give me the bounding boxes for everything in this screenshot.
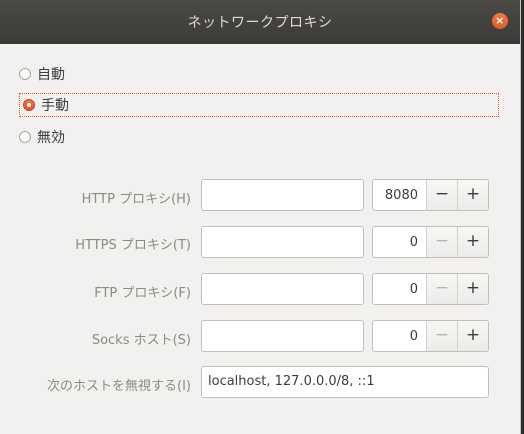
radio-label-automatic: 自動 xyxy=(37,67,65,83)
title-bar: ネットワークプロキシ × xyxy=(0,0,520,44)
ftp-port-value[interactable]: 0 xyxy=(373,274,426,304)
network-proxy-dialog: ネットワークプロキシ × 自動 手動 無効 HTTP プロキシ(H) 8080 … xyxy=(0,0,521,434)
socks-port-spinner[interactable]: 0 − + xyxy=(372,320,489,352)
http-proxy-label: HTTP プロキシ(H) xyxy=(81,192,191,207)
socks-port-value[interactable]: 0 xyxy=(373,321,426,351)
radio-automatic[interactable]: 自動 xyxy=(19,62,65,86)
radio-circle-icon[interactable] xyxy=(19,68,31,80)
http-proxy-port-spinner[interactable]: 8080 − + xyxy=(372,179,489,211)
socks-port-increment-button[interactable]: + xyxy=(457,321,488,351)
ftp-port-increment-button[interactable]: + xyxy=(457,274,488,304)
socks-host-input[interactable] xyxy=(201,320,364,352)
ignore-hosts-value: localhost, 127.0.0.0/8, ::1 xyxy=(208,374,375,389)
ignore-hosts-label: 次のホストを無視する(I) xyxy=(47,379,191,394)
close-icon: × xyxy=(495,14,505,27)
radio-label-disabled: 無効 xyxy=(37,130,65,146)
radio-label-manual: 手動 xyxy=(41,98,69,114)
http-proxy-host-input[interactable] xyxy=(201,179,364,211)
ftp-port-decrement-button[interactable]: − xyxy=(426,274,457,304)
https-port-increment-button[interactable]: + xyxy=(457,227,488,257)
socks-host-label: Socks ホスト(S) xyxy=(91,333,191,348)
radio-manual[interactable]: 手動 xyxy=(19,93,499,117)
window-title: ネットワークプロキシ xyxy=(187,15,333,31)
https-proxy-label: HTTPS プロキシ(T) xyxy=(75,238,191,253)
radio-circle-icon[interactable] xyxy=(19,131,31,143)
radio-checked-icon[interactable] xyxy=(23,99,35,111)
ignore-hosts-input[interactable]: localhost, 127.0.0.0/8, ::1 xyxy=(201,366,489,398)
radio-disabled[interactable]: 無効 xyxy=(19,125,65,149)
socks-port-decrement-button[interactable]: − xyxy=(426,321,457,351)
ftp-proxy-host-input[interactable] xyxy=(201,273,364,305)
http-port-decrement-button[interactable]: − xyxy=(426,180,457,210)
http-port-value[interactable]: 8080 xyxy=(373,180,426,210)
http-port-increment-button[interactable]: + xyxy=(457,180,488,210)
https-proxy-host-input[interactable] xyxy=(201,226,364,258)
https-port-value[interactable]: 0 xyxy=(373,227,426,257)
https-proxy-port-spinner[interactable]: 0 − + xyxy=(372,226,489,258)
ftp-proxy-label: FTP プロキシ(F) xyxy=(94,286,191,301)
close-button[interactable]: × xyxy=(492,13,508,29)
ftp-proxy-port-spinner[interactable]: 0 − + xyxy=(372,273,489,305)
https-port-decrement-button[interactable]: − xyxy=(426,227,457,257)
